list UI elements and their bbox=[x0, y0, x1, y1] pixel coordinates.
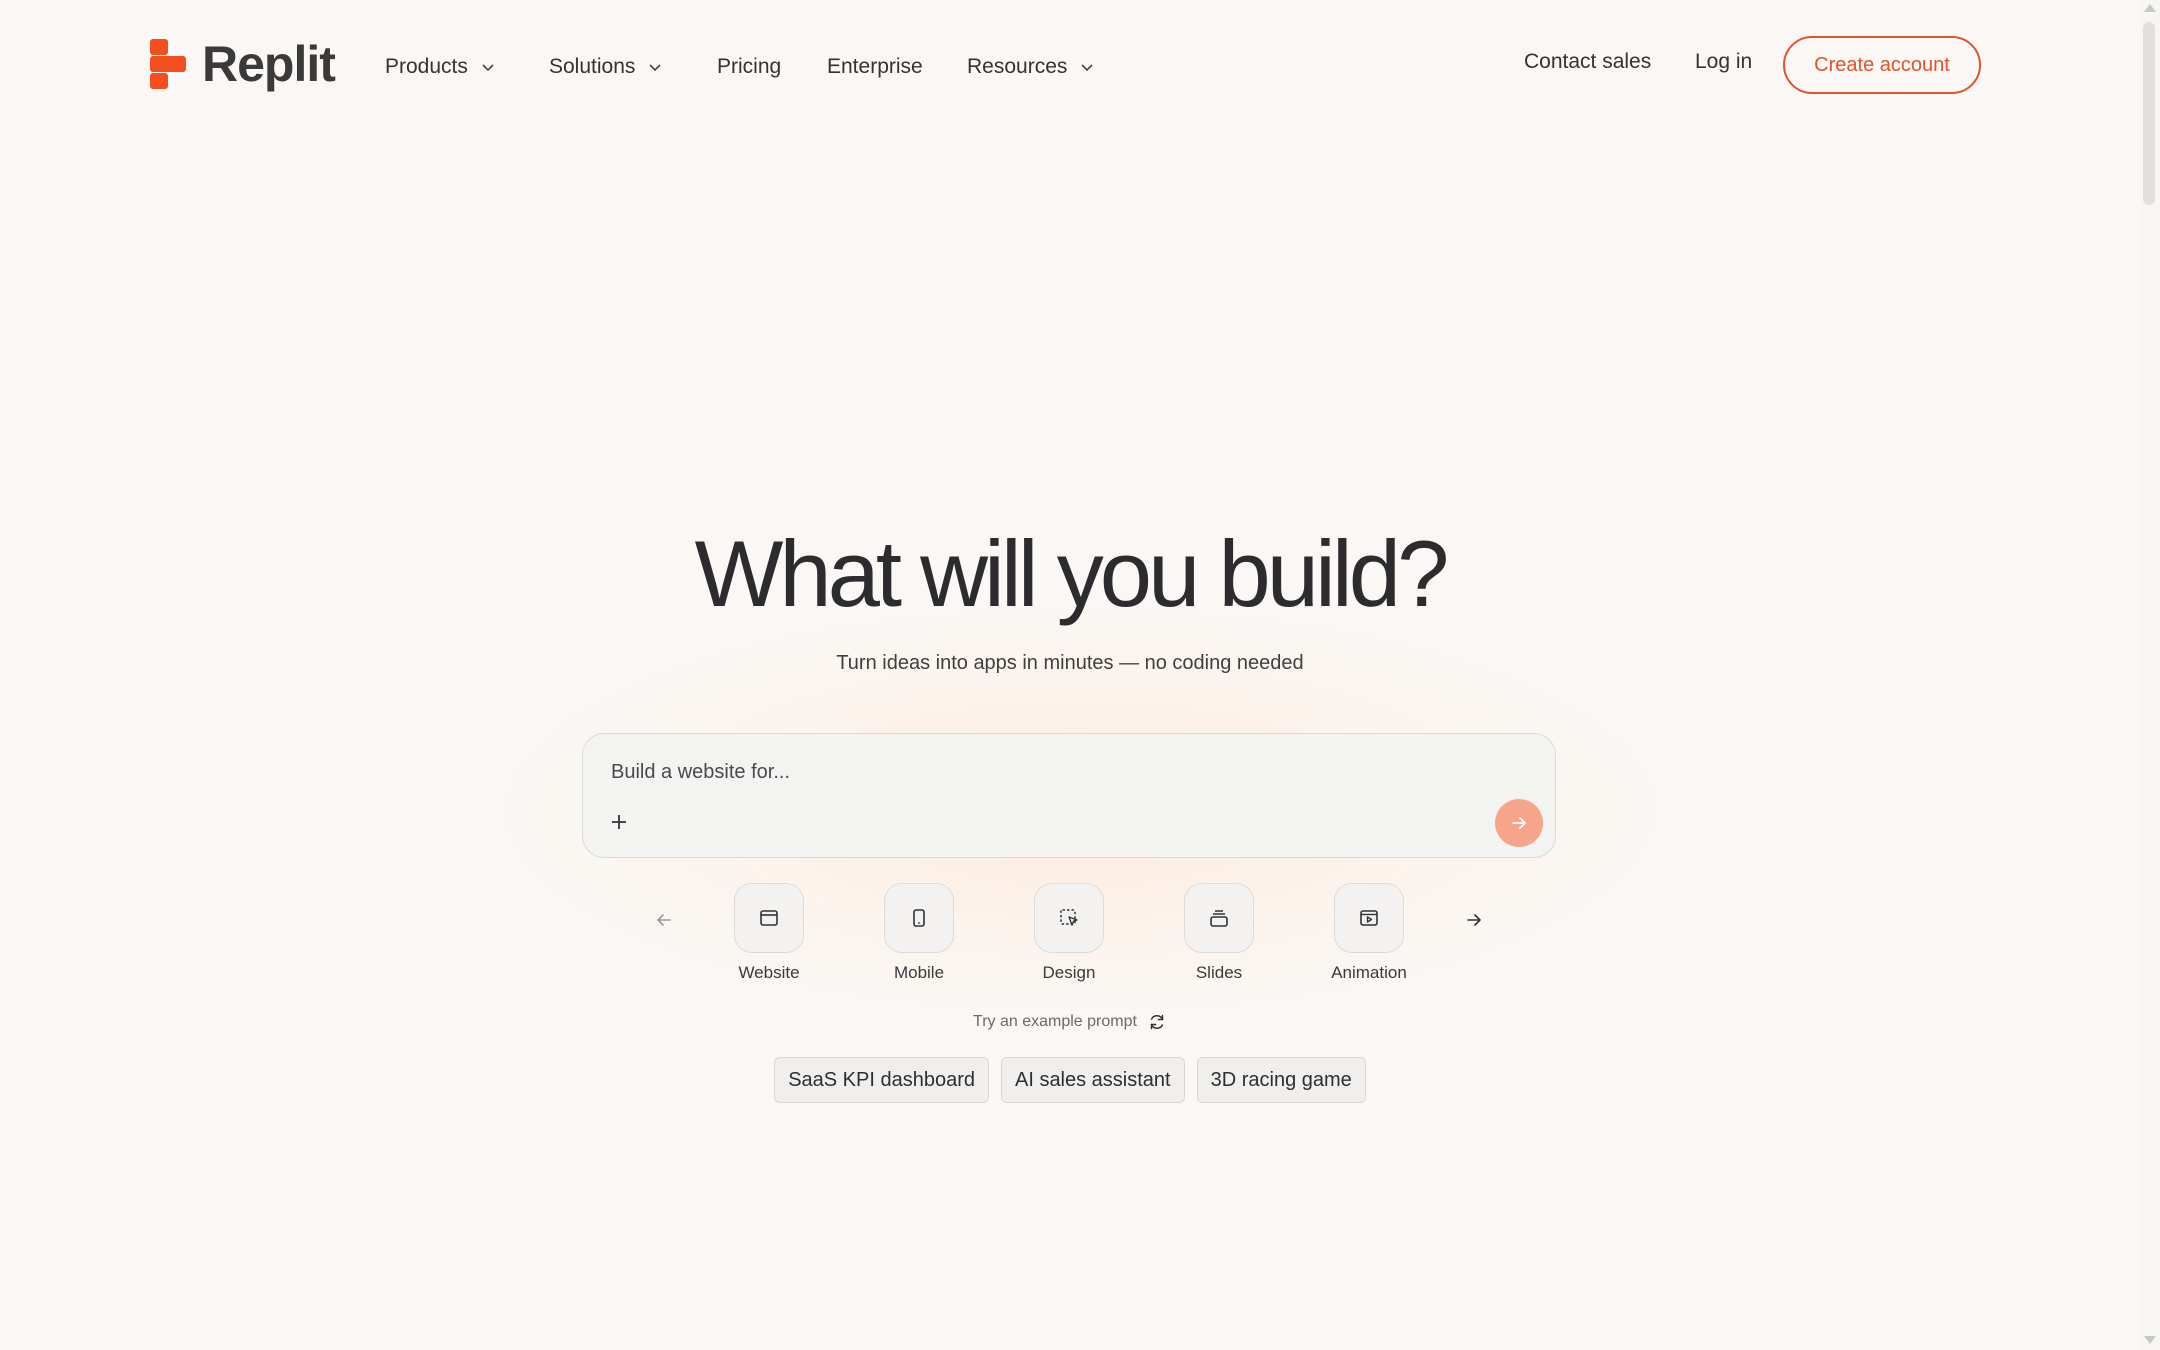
category-website[interactable]: Website bbox=[714, 883, 824, 983]
nav-products-label: Products bbox=[385, 55, 468, 78]
category-animation-label: Animation bbox=[1331, 963, 1407, 982]
chevron-down-icon bbox=[482, 64, 494, 72]
hero-title: What will you build? bbox=[694, 521, 1450, 626]
refresh-icon[interactable] bbox=[1147, 1012, 1167, 1032]
nav-enterprise-label: Enterprise bbox=[827, 55, 923, 78]
chevron-down-icon bbox=[1081, 64, 1093, 72]
arrow-right-icon bbox=[1512, 817, 1526, 829]
nav-solutions-label: Solutions bbox=[549, 55, 636, 78]
nav-resources-label: Resources bbox=[967, 55, 1068, 78]
nav-pricing-label: Pricing bbox=[717, 55, 782, 78]
nav-pricing[interactable]: Pricing bbox=[717, 50, 781, 84]
category-design[interactable]: Design bbox=[1014, 883, 1124, 983]
category-mobile-label: Mobile bbox=[893, 963, 945, 982]
categories-next-button[interactable] bbox=[1454, 900, 1494, 940]
example-chip[interactable]: SaaS KPI dashboard bbox=[774, 1057, 989, 1103]
logo-wordmark: Replit bbox=[202, 36, 336, 92]
play-window-icon bbox=[1360, 910, 1378, 926]
prompt-box[interactable] bbox=[582, 733, 1556, 858]
categories-prev-button[interactable] bbox=[644, 900, 684, 940]
example-chip[interactable]: AI sales assistant bbox=[1000, 1057, 1185, 1103]
browser-window-icon bbox=[760, 910, 778, 926]
scrollbar-thumb[interactable] bbox=[2143, 22, 2155, 205]
nav-products[interactable]: Products bbox=[385, 50, 496, 84]
scroll-down-arrow-icon[interactable] bbox=[2144, 1336, 2156, 1344]
example-prompt-label: Try an example prompt bbox=[973, 1013, 1137, 1030]
prompt-input[interactable] bbox=[609, 754, 1413, 790]
stack-icon bbox=[1210, 910, 1228, 927]
category-design-label: Design bbox=[1042, 963, 1096, 982]
nav-resources[interactable]: Resources bbox=[967, 50, 1095, 84]
create-account-button[interactable]: Create account bbox=[1783, 36, 1981, 94]
log-in-link[interactable]: Log in bbox=[1695, 50, 1752, 74]
arrow-left-icon bbox=[657, 914, 671, 926]
example-chips: SaaS KPI dashboard AI sales assistant 3D… bbox=[0, 1057, 2140, 1103]
category-animation[interactable]: Animation bbox=[1314, 883, 1424, 983]
send-button[interactable] bbox=[1495, 799, 1543, 847]
contact-sales-link[interactable]: Contact sales bbox=[1524, 50, 1651, 74]
nav-solutions[interactable]: Solutions bbox=[549, 50, 663, 84]
replit-logo-icon bbox=[150, 39, 186, 89]
category-website-label: Website bbox=[738, 963, 800, 982]
hero-subtitle: Turn ideas into apps in minutes — no cod… bbox=[836, 652, 1304, 674]
selection-cursor-icon bbox=[1060, 909, 1078, 926]
example-chip[interactable]: 3D racing game bbox=[1196, 1057, 1366, 1103]
category-slides[interactable]: Slides bbox=[1164, 883, 1274, 983]
arrow-right-icon bbox=[1467, 914, 1481, 926]
plus-icon[interactable] bbox=[609, 812, 629, 832]
nav-enterprise[interactable]: Enterprise bbox=[827, 50, 923, 84]
example-prompt-row[interactable]: Try an example prompt bbox=[0, 1012, 2140, 1032]
replit-logo[interactable]: Replit bbox=[150, 36, 336, 92]
category-mobile[interactable]: Mobile bbox=[864, 883, 974, 983]
category-slides-label: Slides bbox=[1195, 963, 1243, 982]
scroll-up-arrow-icon[interactable] bbox=[2144, 4, 2156, 12]
phone-icon bbox=[913, 909, 925, 927]
chevron-down-icon bbox=[649, 64, 661, 72]
